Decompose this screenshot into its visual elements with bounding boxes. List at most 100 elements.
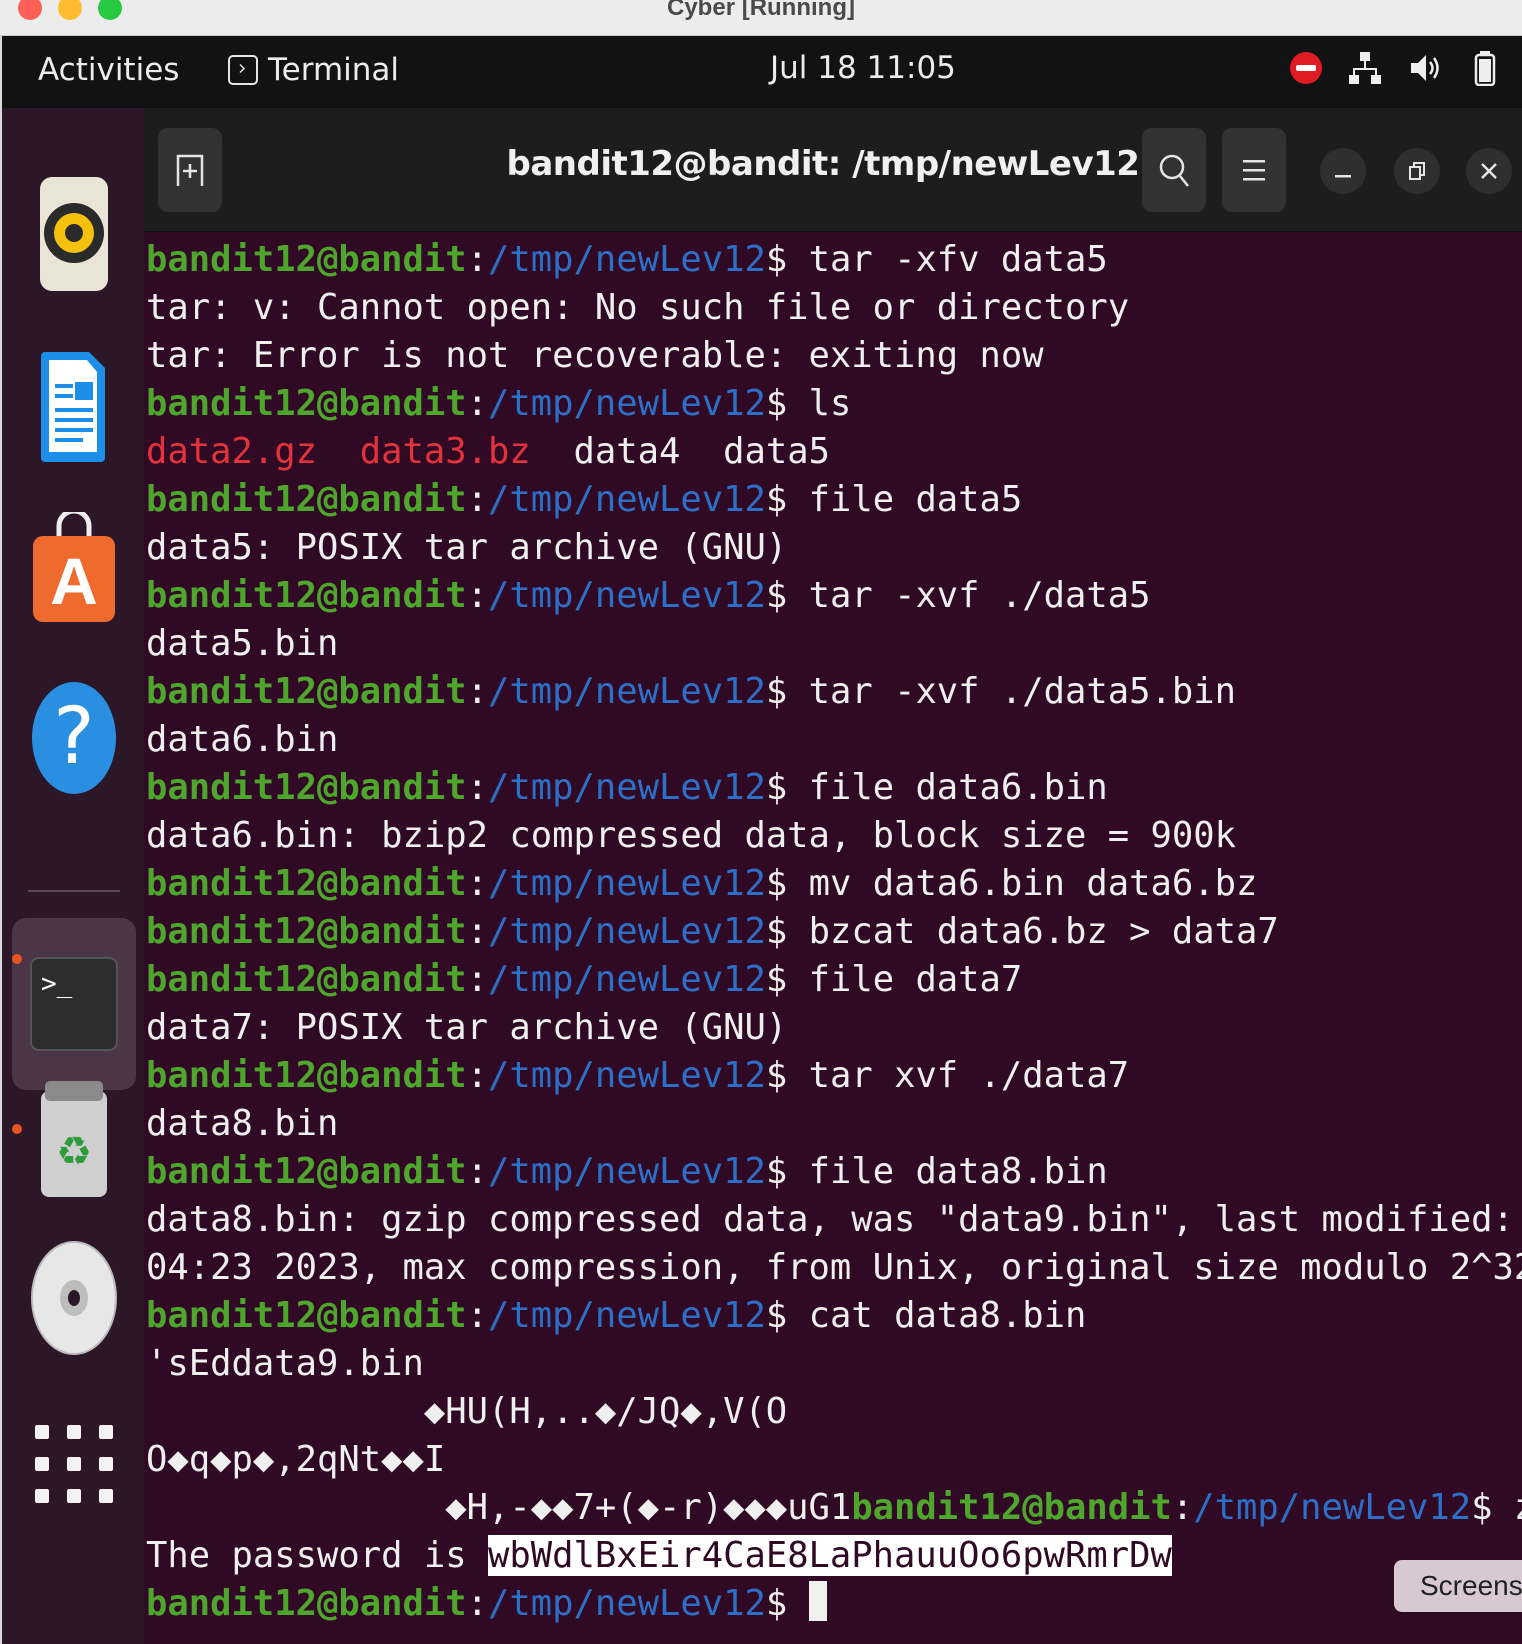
prompt-colon: : bbox=[466, 671, 488, 712]
output-text: data5: POSIX tar archive (GNU) bbox=[146, 527, 788, 568]
prompt-user: bandit12@bandit bbox=[851, 1487, 1172, 1528]
prompt-colon: : bbox=[466, 863, 488, 904]
prompt-user: bandit12@bandit bbox=[146, 911, 467, 952]
prompt-path: /tmp/newLev12 bbox=[487, 479, 766, 520]
dock: A ? >_ ♻ bbox=[2, 108, 144, 1644]
prompt-path: /tmp/newLev12 bbox=[1193, 1487, 1472, 1528]
output-text: data5.bin bbox=[146, 623, 339, 664]
output-text: data8.bin: gzip compressed data, was "da… bbox=[146, 1199, 1514, 1240]
close-button[interactable] bbox=[1466, 148, 1512, 194]
output-text: tar: v: Cannot open: No such file or dir… bbox=[146, 287, 1130, 328]
terminal-line: bandit12@bandit:/tmp/newLev12$ tar -xvf … bbox=[146, 668, 1522, 716]
terminal-line: bandit12@bandit:/tmp/newLev12$ tar -xvf … bbox=[146, 572, 1522, 620]
svg-text:A: A bbox=[50, 544, 98, 618]
terminal-line: 'sEddata9.bin bbox=[146, 1340, 1522, 1388]
terminal-line: bandit12@bandit:/tmp/newLev12$ file data… bbox=[146, 764, 1522, 812]
terminal-line: data6.bin: bzip2 compressed data, block … bbox=[146, 812, 1522, 860]
command-text: $ mv data6.bin data6.bz bbox=[765, 863, 1258, 904]
disc-icon[interactable] bbox=[24, 1241, 124, 1355]
vm-window-titlebar: Cyber [Running] bbox=[0, 0, 1522, 36]
terminal-line: data2.gz data3.bz data4 data5 bbox=[146, 428, 1522, 476]
restore-button[interactable] bbox=[1394, 148, 1440, 194]
running-indicator bbox=[12, 1124, 22, 1134]
prompt-colon: : bbox=[466, 1151, 488, 1192]
help-icon[interactable]: ? bbox=[24, 682, 124, 794]
output-text: data8.bin bbox=[146, 1103, 339, 1144]
binary-output: ◆H,-◆◆7+(◆-r)◆◆◆uG1 bbox=[146, 1487, 852, 1528]
svg-text:?: ? bbox=[53, 692, 94, 782]
terminal-line: The password is wbWdlBxEir4CaE8LaPhauuOo… bbox=[146, 1532, 1522, 1580]
ls-entry: data3.bz bbox=[359, 431, 531, 472]
output-text: data6.bin: bzip2 compressed data, block … bbox=[146, 815, 1237, 856]
terminal-line: bandit12@bandit:/tmp/newLev12$ cat data8… bbox=[146, 1292, 1522, 1340]
terminal-line: ◆H,-◆◆7+(◆-r)◆◆◆uG1bandit12@bandit:/tmp/… bbox=[146, 1484, 1522, 1532]
terminal-line: tar: Error is not recoverable: exiting n… bbox=[146, 332, 1522, 380]
prompt-user: bandit12@bandit bbox=[146, 575, 467, 616]
command-text: $ zcat data8.bin bbox=[1471, 1487, 1522, 1528]
output-text: ◆HU(H,..◆/JQ◆,V(O bbox=[146, 1391, 788, 1432]
prompt-colon: : bbox=[466, 767, 488, 808]
terminal-line: data8.bin bbox=[146, 1100, 1522, 1148]
prompt-path: /tmp/newLev12 bbox=[487, 383, 766, 424]
password-label: The password is bbox=[146, 1535, 488, 1576]
screenshot-tooltip: Screenshot bbox=[1394, 1560, 1522, 1612]
command-text: $ ls bbox=[765, 383, 852, 424]
app-center-icon[interactable]: A bbox=[24, 512, 124, 622]
volume-icon bbox=[1411, 55, 1439, 81]
app-menu[interactable]: Terminal bbox=[228, 52, 399, 88]
show-apps-icon[interactable] bbox=[24, 1414, 124, 1514]
search-button[interactable] bbox=[1142, 128, 1206, 212]
rhythmbox-icon[interactable] bbox=[24, 177, 124, 291]
terminal-line: data5.bin bbox=[146, 620, 1522, 668]
command-text: $ tar -xvf ./data5.bin bbox=[765, 671, 1237, 712]
terminal-line: bandit12@bandit:/tmp/newLev12$ file data… bbox=[146, 476, 1522, 524]
ls-entry: data5 bbox=[723, 431, 830, 472]
dock-separator bbox=[28, 890, 120, 892]
prompt-colon: : bbox=[466, 911, 488, 952]
prompt-colon: : bbox=[466, 575, 488, 616]
svg-text:>_: >_ bbox=[41, 969, 73, 999]
terminal-icon[interactable]: >_ bbox=[24, 954, 124, 1054]
running-indicator bbox=[12, 954, 22, 964]
command-text: $ file data6.bin bbox=[765, 767, 1108, 808]
terminal-line: bandit12@bandit:/tmp/newLev12$ tar xvf .… bbox=[146, 1052, 1522, 1100]
terminal-headerbar: bandit12@bandit: /tmp/newLev12 bbox=[144, 108, 1522, 232]
prompt-user: bandit12@bandit bbox=[146, 1055, 467, 1096]
prompt-user: bandit12@bandit bbox=[146, 1151, 467, 1192]
terminal-output[interactable]: bandit12@bandit:/tmp/newLev12$ tar -xfv … bbox=[146, 236, 1522, 1628]
prompt-path: /tmp/newLev12 bbox=[487, 911, 766, 952]
terminal-line: bandit12@bandit:/tmp/newLev12$ file data… bbox=[146, 956, 1522, 1004]
prompt-user: bandit12@bandit bbox=[146, 863, 467, 904]
activities-button[interactable]: Activities bbox=[38, 52, 179, 88]
terminal-window: bandit12@bandit: /tmp/newLev12 bandit12@… bbox=[144, 108, 1522, 1644]
minimize-icon bbox=[1335, 175, 1351, 178]
prompt-colon: : bbox=[466, 1583, 488, 1624]
password-selected-text: wbWdlBxEir4CaE8LaPhauuOo6pwRmrDw bbox=[487, 1535, 1172, 1576]
status-area[interactable] bbox=[1290, 50, 1502, 86]
svg-text:♻: ♻ bbox=[56, 1129, 92, 1175]
command-text: $ file data7 bbox=[765, 959, 1023, 1000]
terminal-line: data7: POSIX tar archive (GNU) bbox=[146, 1004, 1522, 1052]
prompt-user: bandit12@bandit bbox=[146, 1583, 467, 1624]
prompt-path: /tmp/newLev12 bbox=[487, 575, 766, 616]
output-text: data7: POSIX tar archive (GNU) bbox=[146, 1007, 788, 1048]
menu-button[interactable] bbox=[1222, 128, 1286, 212]
trash-icon[interactable]: ♻ bbox=[24, 1081, 124, 1197]
output-text: 04:23 2023, max compression, from Unix, … bbox=[146, 1247, 1522, 1288]
prompt-colon: : bbox=[466, 479, 488, 520]
terminal-line: tar: v: Cannot open: No such file or dir… bbox=[146, 284, 1522, 332]
libreoffice-writer-icon[interactable] bbox=[24, 352, 124, 462]
command-text: $ cat data8.bin bbox=[765, 1295, 1087, 1336]
minimize-button[interactable] bbox=[1320, 148, 1366, 194]
ls-entry: data2.gz bbox=[146, 431, 317, 472]
prompt-path: /tmp/newLev12 bbox=[487, 1295, 766, 1336]
command-text: $ tar -xvf ./data5 bbox=[765, 575, 1151, 616]
output-text: 'sEddata9.bin bbox=[146, 1343, 424, 1384]
clock[interactable]: Jul 18 11:05 bbox=[770, 50, 956, 86]
terminal-line: bandit12@bandit:/tmp/newLev12$ bzcat dat… bbox=[146, 908, 1522, 956]
prompt-path: /tmp/newLev12 bbox=[487, 1583, 766, 1624]
restore-icon bbox=[1409, 162, 1425, 180]
network-wired-icon bbox=[1349, 52, 1381, 84]
terminal-line: bandit12@bandit:/tmp/newLev12$ mv data6.… bbox=[146, 860, 1522, 908]
command-text: $ bzcat data6.bz > data7 bbox=[765, 911, 1279, 952]
